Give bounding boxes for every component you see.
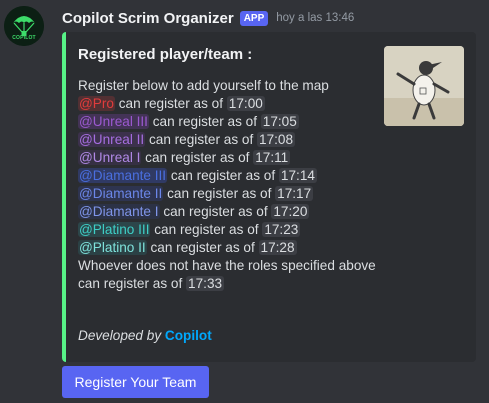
role-mention[interactable]: @Unreal I [78,150,142,165]
role-row: @Platino III can register as of 17:23 [78,221,378,239]
embed-title: Registered player/team : [78,46,253,63]
role-row: @Unreal I can register as of 17:11 [78,149,378,167]
role-row-text: can register as of [167,168,279,183]
role-row-text: can register as of [114,96,227,111]
username[interactable]: Copilot Scrim Organizer [62,10,234,27]
time-chip[interactable]: 17:20 [271,204,310,219]
time-chip[interactable]: 17:23 [262,222,301,237]
embed-description: Register below to add yourself to the ma… [78,77,378,293]
avatar[interactable]: COPILOT [4,6,44,46]
role-row-text: can register as of [163,186,276,201]
role-mention[interactable]: @Platino II [78,240,147,255]
timestamp[interactable]: hoy a las 13:46 [276,12,354,24]
role-mention[interactable]: @Diamante I [78,204,160,219]
role-mention[interactable]: @Unreal III [78,114,149,129]
message-header: Copilot Scrim Organizer APP hoy a las 13… [62,9,354,27]
role-row-text: can register as of [145,132,258,147]
thumbnail[interactable] [384,46,464,126]
role-row-text: can register as of [159,204,272,219]
register-team-button[interactable]: Register Your Team [62,366,209,398]
embed: Registered player/team : Register below … [62,32,476,362]
outro-line-1: Whoever does not have the roles specifie… [78,258,376,273]
time-chip[interactable]: 17:00 [226,96,265,111]
role-row: @Pro can register as of 17:00 [78,95,378,113]
time-chip[interactable]: 17:33 [186,276,225,291]
role-row: @Diamante III can register as of 17:14 [78,167,378,185]
embed-footer: Developed by Copilot [78,328,212,343]
role-row-text: can register as of [146,240,259,255]
time-chip[interactable]: 17:28 [258,240,297,255]
role-mention[interactable]: @Platino III [78,222,151,237]
role-row-text: can register as of [141,150,254,165]
time-chip[interactable]: 17:11 [253,150,291,165]
app-badge: APP [239,10,269,26]
time-chip[interactable]: 17:14 [278,168,317,183]
role-rows: @Pro can register as of 17:00 @Unreal III… [78,95,378,257]
footer-prefix: Developed by [78,328,165,343]
avatar-text: COPILOT [12,35,36,41]
role-mention[interactable]: @Pro [78,96,115,111]
time-chip[interactable]: 17:08 [257,132,296,147]
time-chip[interactable]: 17:17 [275,186,314,201]
outro-text: can register as of [78,276,187,291]
time-chip[interactable]: 17:05 [260,114,299,129]
role-row: @Diamante II can register as of 17:17 [78,185,378,203]
role-mention[interactable]: @Unreal II [78,132,146,147]
role-row: @Platino II can register as of 17:28 [78,239,378,257]
role-mention[interactable]: @Diamante III [78,168,168,183]
role-row: @Unreal III can register as of 17:05 [78,113,378,131]
intro-line: Register below to add yourself to the ma… [78,78,329,93]
role-row: @Unreal II can register as of 17:08 [78,131,378,149]
role-mention[interactable]: @Diamante II [78,186,164,201]
footer-link[interactable]: Copilot [165,328,212,343]
role-row: @Diamante I can register as of 17:20 [78,203,378,221]
role-row-text: can register as of [148,114,261,129]
cartoon-figure-image-icon [384,46,464,126]
role-row-text: can register as of [150,222,263,237]
outro-line-2: can register as of 17:33 [78,275,378,293]
